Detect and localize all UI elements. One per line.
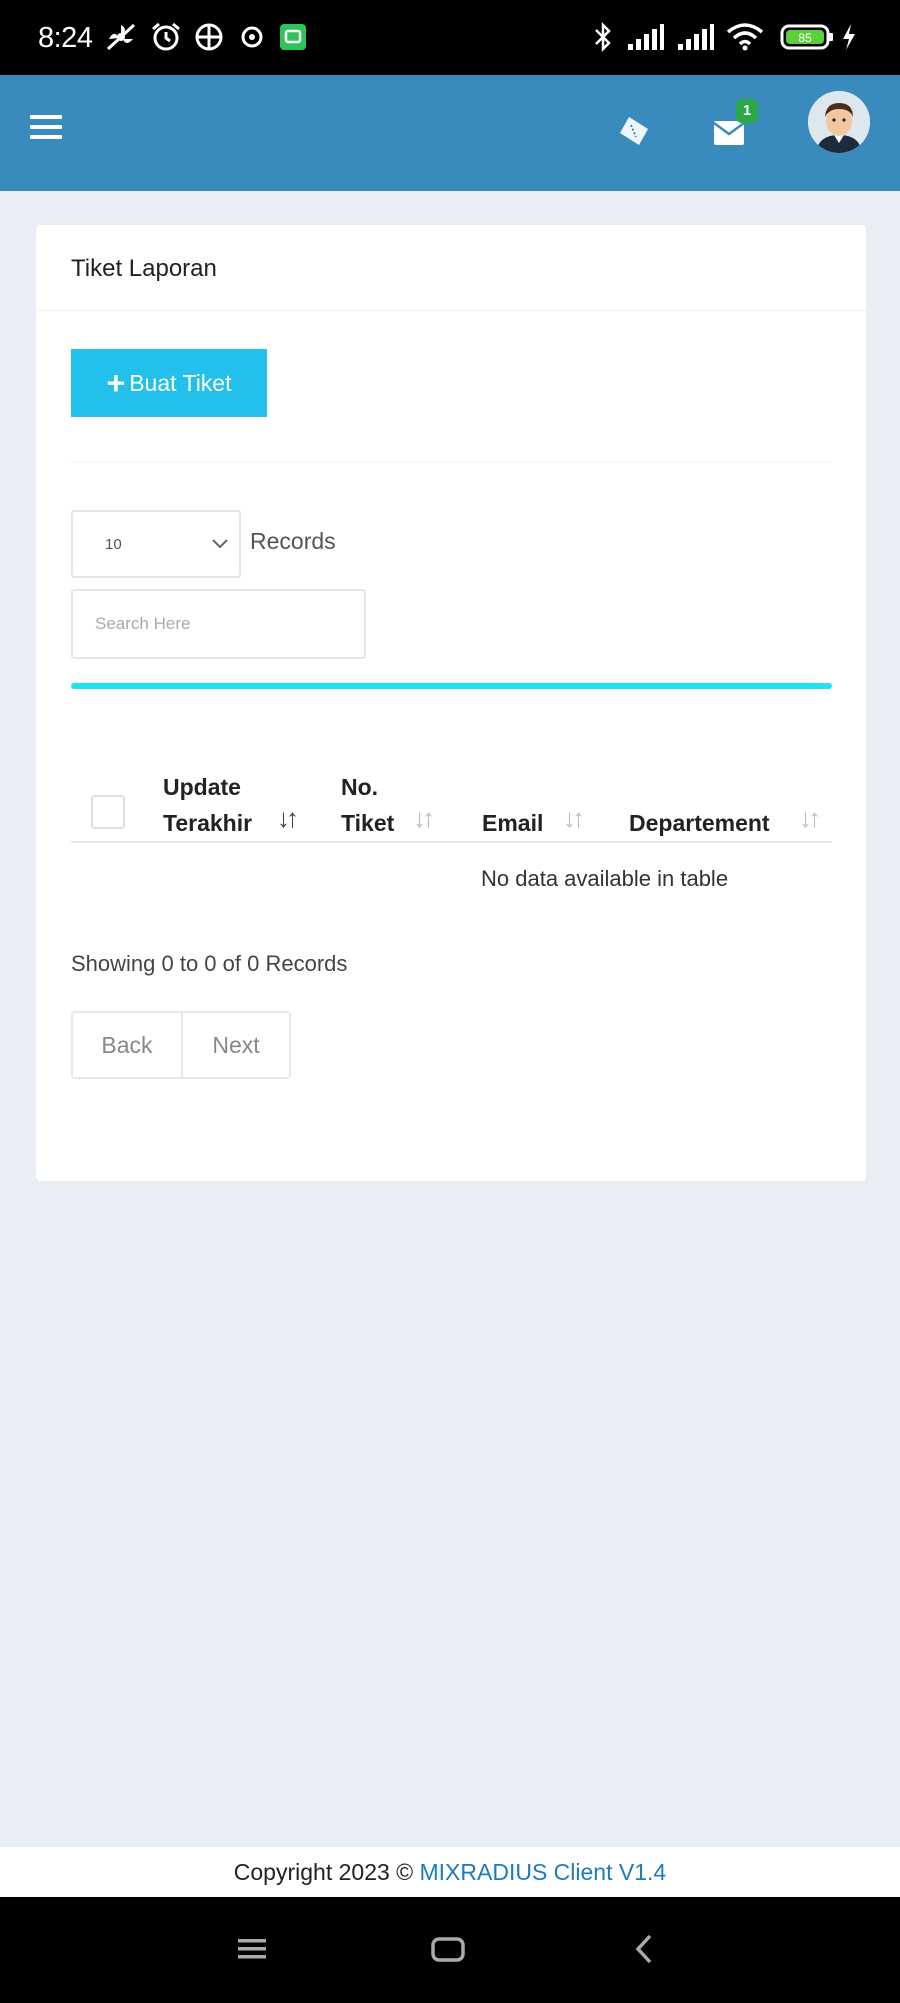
user-avatar-icon	[808, 91, 870, 153]
column-header-ticket-no[interactable]: No. Tiket	[341, 769, 394, 841]
bluetooth-icon	[595, 22, 611, 52]
table-header-divider	[71, 841, 832, 843]
sort-icon[interactable]: ↓↑	[413, 803, 435, 834]
brand-link[interactable]: MIXRADIUS Client V1.4	[420, 1859, 667, 1885]
app-notification-icon	[280, 24, 306, 50]
table-region: Update Terakhir ↓↑ No. Tiket ↓↑ Email ↓↑…	[36, 225, 866, 1181]
column-header-ticket-line2: Tiket	[341, 810, 395, 836]
sort-icon[interactable]: ↓↑	[799, 803, 821, 834]
back-nav-icon[interactable]	[625, 1929, 665, 1969]
select-all-checkbox[interactable]	[91, 795, 125, 829]
wifi-icon	[726, 23, 764, 51]
status-time: 8:24	[38, 22, 93, 54]
signal-icon-1	[628, 24, 664, 50]
system-nav-bar	[0, 1897, 900, 2003]
ticket-icon[interactable]	[616, 113, 652, 149]
sort-desc-icon[interactable]: ↓↑	[277, 803, 299, 834]
menu-icon[interactable]	[30, 115, 62, 149]
column-header-ticket-line1: No.	[341, 774, 379, 800]
notification-badge: 1	[736, 99, 758, 123]
column-header-update-line2: Terakhir	[163, 810, 253, 836]
column-header-email-label: Email	[482, 810, 544, 836]
home-icon[interactable]	[428, 1929, 468, 1969]
copyright-text: Copyright 2023 ©	[233, 1859, 420, 1885]
pagination: Back Next	[71, 1011, 291, 1079]
battery-icon: 85	[780, 24, 833, 50]
table-header: Update Terakhir ↓↑ No. Tiket ↓↑ Email ↓↑…	[71, 745, 832, 845]
alarm-icon	[152, 22, 180, 51]
column-header-department[interactable]: Departement	[629, 805, 770, 841]
fan-icon	[106, 23, 136, 51]
signal-icon-2	[678, 24, 714, 50]
globe-icon	[195, 23, 223, 51]
column-header-email[interactable]: Email	[482, 805, 543, 841]
avatar[interactable]	[808, 91, 870, 153]
charging-icon	[843, 24, 855, 50]
empty-table-message: No data available in table	[481, 866, 729, 891]
next-button[interactable]: Next	[183, 1013, 289, 1077]
chat-icon	[241, 26, 263, 48]
recents-icon[interactable]	[232, 1929, 272, 1969]
column-header-update-line1: Update	[163, 774, 241, 800]
footer: Copyright 2023 © MIXRADIUS Client V1.4	[0, 1847, 900, 1897]
battery-level: 85	[798, 31, 812, 45]
column-header-department-label: Departement	[629, 810, 770, 836]
app-header: 1	[0, 75, 900, 191]
back-button[interactable]: Back	[73, 1013, 183, 1077]
records-info: Showing 0 to 0 of 0 Records	[71, 951, 348, 976]
status-bar: 8:24 85	[0, 0, 900, 75]
column-header-update[interactable]: Update Terakhir	[163, 769, 252, 841]
sort-icon[interactable]: ↓↑	[563, 803, 585, 834]
